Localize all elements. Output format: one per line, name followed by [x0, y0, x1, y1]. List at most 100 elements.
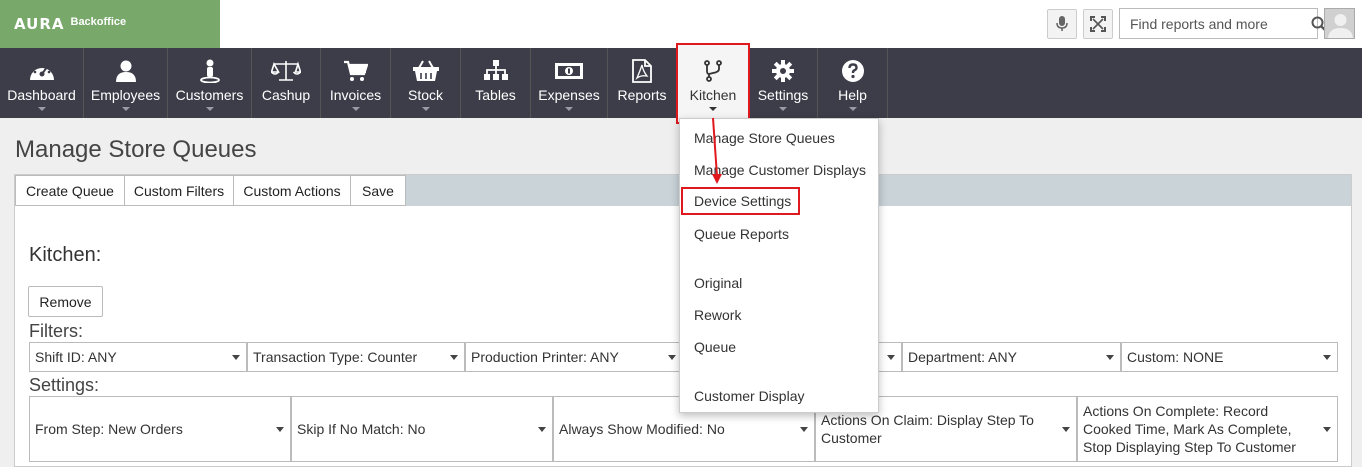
- top-bar: AURA Backoffice: [0, 0, 1362, 48]
- nav-label: Stock: [407, 87, 443, 103]
- production-printer-select[interactable]: Production Printer: ANY: [465, 342, 683, 372]
- menu-item-manage-customer-displays[interactable]: Manage Customer Displays: [694, 162, 866, 178]
- fork-icon: [704, 59, 722, 83]
- transaction-type-select[interactable]: Transaction Type: Counter: [247, 342, 465, 372]
- queue-title: Kitchen:: [29, 244, 102, 266]
- chevron-down-icon: [538, 427, 546, 432]
- nav-expenses[interactable]: Expenses: [531, 48, 608, 118]
- customer-icon: [199, 59, 221, 83]
- logo-subtitle: Backoffice: [70, 16, 127, 28]
- nav-tables[interactable]: Tables: [461, 48, 531, 118]
- nav-stock[interactable]: Stock: [391, 48, 461, 118]
- shift-id-select[interactable]: Shift ID: ANY: [29, 342, 247, 372]
- menu-item-queue[interactable]: Queue: [694, 339, 736, 355]
- nav-label: Dashboard: [7, 87, 76, 103]
- actions-on-complete-select[interactable]: Actions On Complete: Record Cooked Time,…: [1077, 396, 1338, 462]
- select-value: Actions On Claim: Display Step To Custom…: [821, 412, 1034, 446]
- nav-invoices[interactable]: Invoices: [321, 48, 391, 118]
- logo-mark: AURA: [14, 15, 65, 33]
- menu-item-manage-store-queues[interactable]: Manage Store Queues: [694, 130, 835, 146]
- custom-select[interactable]: Custom: NONE: [1121, 342, 1338, 372]
- menu-item-queue-reports[interactable]: Queue Reports: [694, 226, 789, 242]
- nav-label: Expenses: [538, 87, 600, 103]
- caret-icon: [421, 107, 430, 111]
- nav-cashup[interactable]: Cashup: [252, 48, 321, 118]
- save-button[interactable]: Save: [350, 175, 406, 206]
- remove-button[interactable]: Remove: [28, 286, 103, 317]
- caret-icon: [205, 107, 214, 111]
- settings-label: Settings:: [29, 375, 100, 395]
- scales-icon: [271, 59, 301, 83]
- main-nav: Dashboard Employees Customers Cashup Inv…: [0, 43, 1362, 124]
- nav-label: Invoices: [329, 87, 382, 103]
- caret-icon: [709, 107, 717, 111]
- microphone-icon[interactable]: [1047, 9, 1077, 39]
- nav-label: Help: [838, 87, 867, 103]
- page-title: Manage Store Queues: [15, 136, 257, 163]
- nav-help[interactable]: Help: [818, 48, 888, 118]
- chevron-down-icon: [232, 355, 240, 360]
- select-value: From Step: New Orders: [35, 421, 183, 437]
- nav-label: Reports: [617, 87, 667, 103]
- chevron-down-icon: [887, 355, 895, 360]
- menu-item-original[interactable]: Original: [694, 275, 742, 291]
- search-input[interactable]: [1120, 9, 1311, 38]
- menu-item-customer-display[interactable]: Customer Display: [694, 388, 804, 404]
- chevron-down-icon: [668, 355, 676, 360]
- nav-employees[interactable]: Employees: [84, 48, 168, 118]
- avatar[interactable]: [1324, 8, 1355, 39]
- pdf-icon: [632, 59, 652, 83]
- caret-icon: [121, 107, 130, 111]
- nav-customers[interactable]: Customers: [168, 48, 252, 118]
- custom-actions-button[interactable]: Custom Actions: [233, 175, 351, 206]
- gear-icon: [772, 59, 794, 83]
- caret-icon: [565, 107, 573, 111]
- select-value: Production Printer: ANY: [471, 349, 619, 365]
- select-value: Department: ANY: [908, 349, 1017, 365]
- chevron-down-icon: [450, 355, 458, 360]
- basket-icon: [412, 59, 439, 83]
- nav-settings[interactable]: Settings: [749, 48, 818, 118]
- user-icon: [115, 59, 137, 83]
- custom-filters-button[interactable]: Custom Filters: [124, 175, 234, 206]
- select-value: Skip If No Match: No: [297, 421, 426, 437]
- chevron-down-icon: [1106, 355, 1114, 360]
- menu-item-rework[interactable]: Rework: [694, 307, 741, 323]
- caret-icon: [351, 107, 360, 111]
- question-icon: [841, 59, 864, 83]
- skip-if-no-match-select[interactable]: Skip If No Match: No: [291, 396, 553, 462]
- chevron-down-icon: [1323, 427, 1331, 432]
- nav-kitchen[interactable]: Kitchen: [676, 43, 750, 124]
- nav-label: Tables: [475, 87, 516, 103]
- kitchen-dropdown-menu: Manage Store Queues Manage Customer Disp…: [679, 118, 879, 413]
- nav-dashboard[interactable]: Dashboard: [0, 48, 84, 118]
- filters-label: Filters:: [29, 321, 83, 341]
- nav-label: Kitchen: [689, 87, 737, 103]
- chevron-down-icon: [1323, 355, 1331, 360]
- chevron-down-icon: [1062, 427, 1070, 432]
- select-value: Transaction Type: Counter: [253, 349, 418, 365]
- caret-icon: [779, 107, 787, 111]
- fullscreen-icon[interactable]: [1083, 9, 1113, 39]
- logo[interactable]: AURA Backoffice: [0, 0, 220, 48]
- caret-icon: [848, 107, 857, 111]
- select-value: Custom: NONE: [1127, 349, 1224, 365]
- nav-label: Cashup: [261, 87, 311, 103]
- money-icon: [555, 59, 583, 83]
- menu-item-device-settings[interactable]: Device Settings: [681, 187, 800, 215]
- select-value: Always Show Modified: No: [559, 421, 725, 437]
- from-step-select[interactable]: From Step: New Orders: [29, 396, 291, 462]
- nav-label: Customers: [175, 87, 244, 103]
- department-select[interactable]: Department: ANY: [902, 342, 1121, 372]
- select-value: Actions On Complete: Record Cooked Time,…: [1083, 403, 1296, 455]
- chevron-down-icon: [800, 427, 808, 432]
- select-value: Shift ID: ANY: [35, 349, 117, 365]
- caret-icon: [37, 107, 46, 111]
- nav-label: Employees: [90, 87, 161, 103]
- search-box[interactable]: [1119, 8, 1327, 39]
- chevron-down-icon: [276, 427, 284, 432]
- nav-reports[interactable]: Reports: [608, 48, 677, 118]
- sitemap-icon: [483, 59, 508, 83]
- dashboard-icon: [29, 59, 55, 83]
- create-queue-button[interactable]: Create Queue: [15, 175, 125, 206]
